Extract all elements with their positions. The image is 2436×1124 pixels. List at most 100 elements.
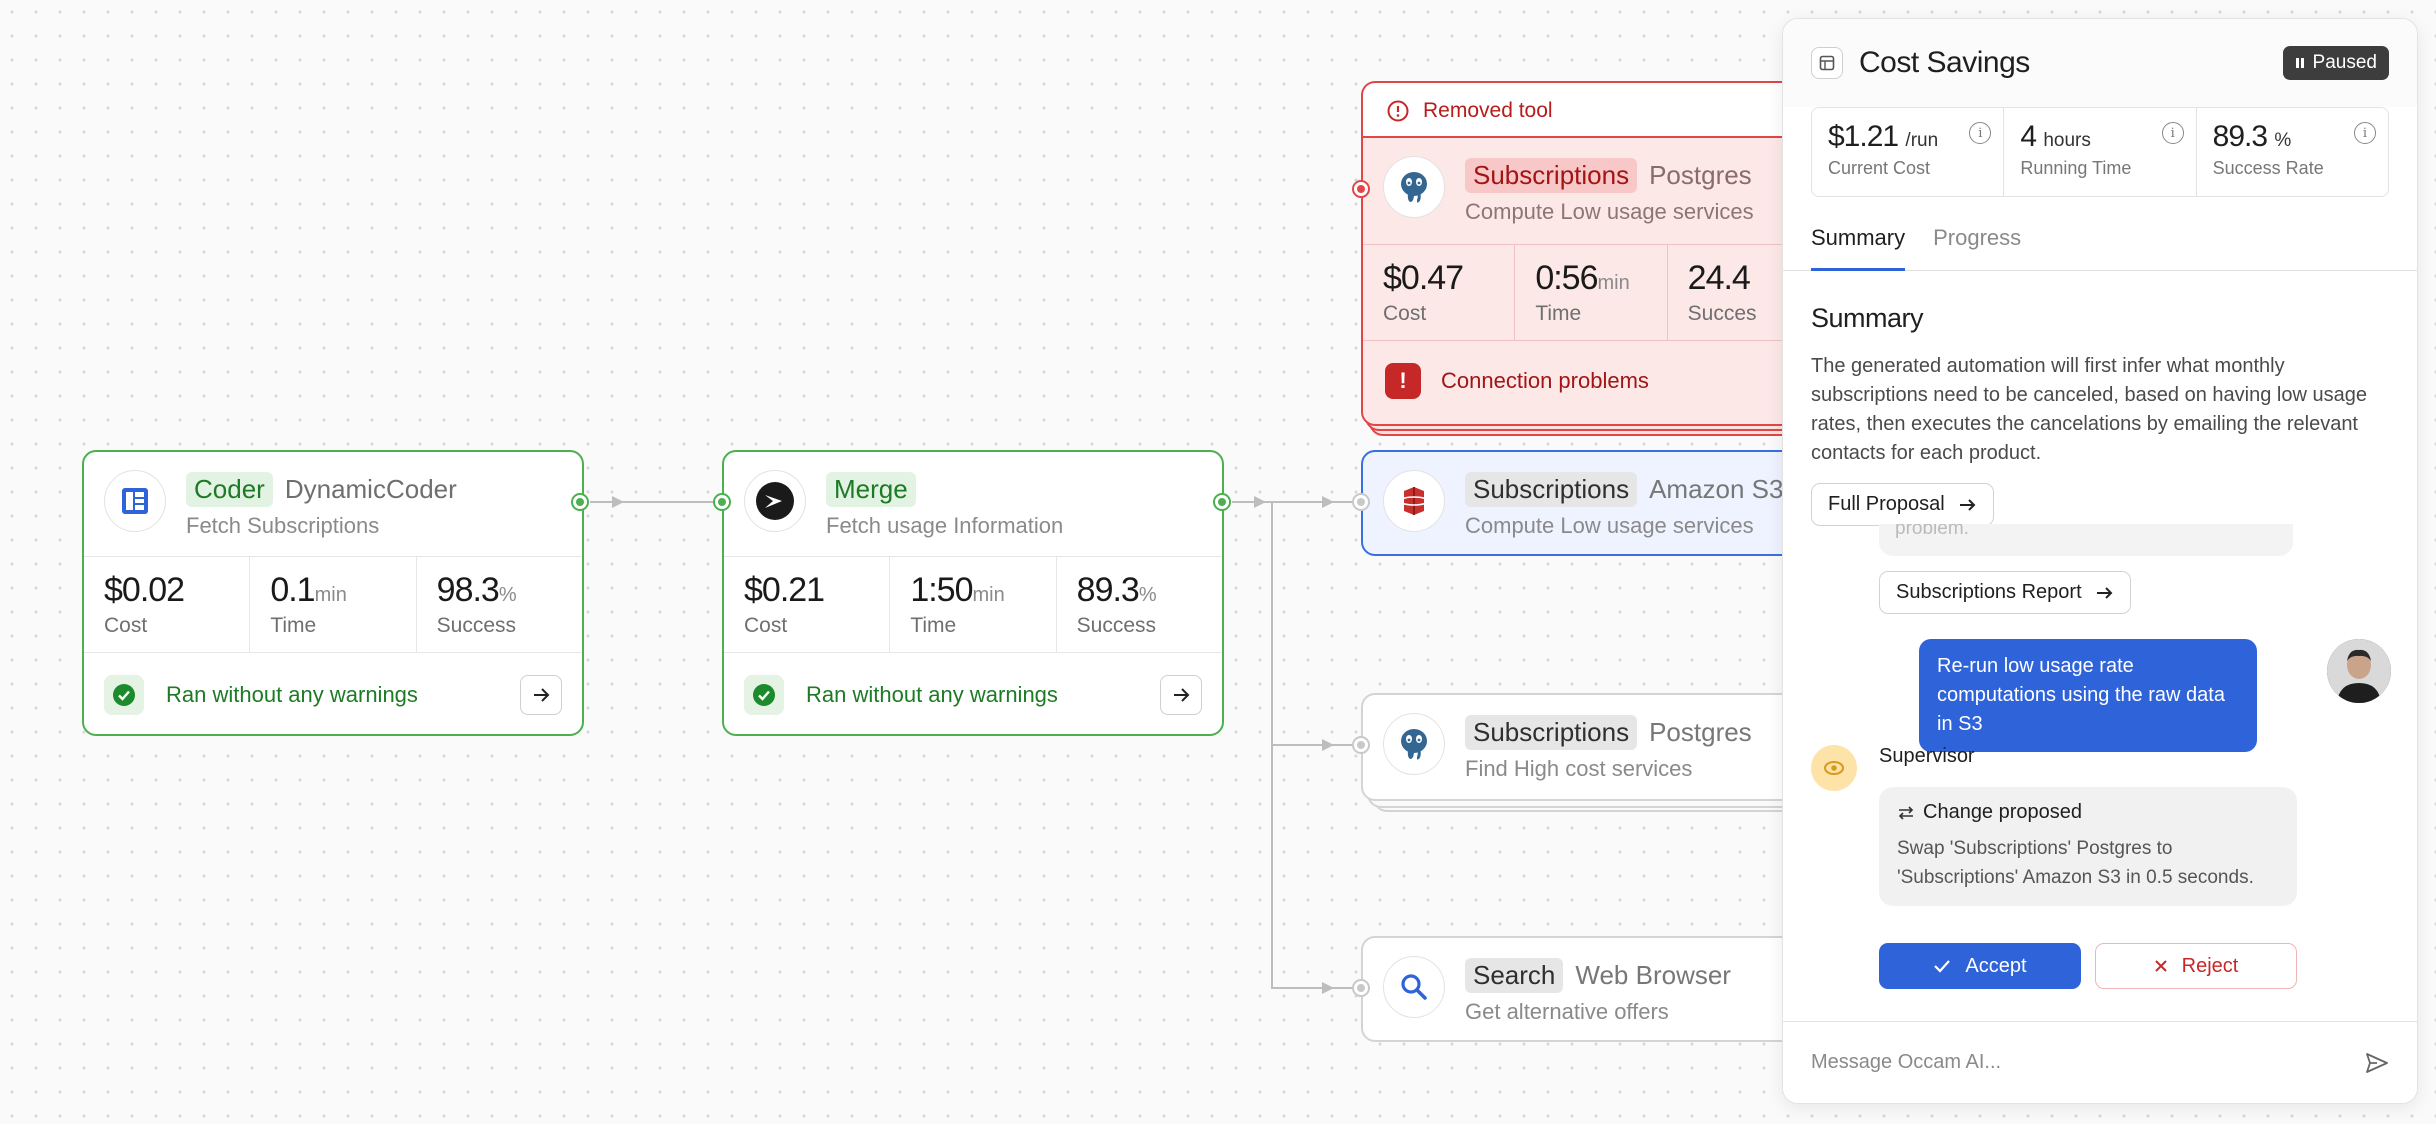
removed-node-input-port[interactable] [1352,180,1370,198]
node-tool-name: DynamicCoder [284,474,457,504]
open-node-button[interactable] [1160,674,1202,715]
open-node-button[interactable] [520,674,562,715]
edge-arrow [1322,739,1334,751]
cost-label: Cost [104,614,148,637]
reject-button[interactable]: Reject [2095,943,2297,989]
change-text: Swap 'Subscriptions' Postgres to 'Subscr… [1897,838,2254,888]
pause-icon [2295,58,2304,68]
info-icon[interactable]: i [2161,122,2184,144]
user-avatar [2327,639,2391,703]
dynamic-coder-icon [104,470,166,532]
removed-postgres-node[interactable]: Subscriptions Postgres Compute Low usage… [1361,136,1821,426]
node-tag: Coder [186,472,273,507]
cost-label: Cost [1383,302,1427,325]
faded-message-edge: problem. [1879,524,2293,556]
edge-arrow [1322,982,1334,994]
success-unit: % [1138,584,1157,606]
stat-value: $1.21 [1828,120,1899,153]
info-icon[interactable]: i [1969,122,1992,144]
postgres-input-port[interactable] [1352,736,1370,754]
cost-label: Cost [744,614,788,637]
status-badge-label: Paused [2312,52,2377,73]
edge-arrow [612,496,624,508]
panel-tabs: Summary Progress [1783,223,2417,271]
edge-arrow [1254,496,1266,508]
message-composer [1783,1021,2417,1103]
full-proposal-button[interactable]: Full Proposal [1811,483,1994,526]
stat-label: Current Cost [1828,158,1931,178]
time-unit: min [314,584,347,606]
stat-unit: /run [1905,130,1939,151]
search-node[interactable]: Search Web Browser Get alternative offer… [1361,936,1821,1042]
removed-tool-label: Removed tool [1423,99,1553,122]
automation-panel: Cost Savings Paused $1.21 /run Current C… [1782,18,2418,1104]
summary-heading: Summary [1811,303,1924,333]
alert-circle-icon [1387,100,1409,122]
stat-value: 4 [2020,120,2037,153]
cost-value: $0.21 [744,571,825,609]
removed-tool-banner: Removed tool [1361,81,1821,139]
close-icon [2154,960,2167,972]
time-unit: min [1597,272,1630,294]
message-input[interactable] [1811,1051,2365,1074]
tab-progress[interactable]: Progress [1933,223,2021,270]
node-tag: Search [1465,958,1564,993]
node-metrics: $0.47 Cost 0:56min Time 24.4 Succes [1363,244,1819,340]
time-unit: min [972,584,1005,606]
success-unit: % [498,584,517,606]
subscriptions-report-button[interactable]: Subscriptions Report [1879,571,2131,614]
node-metrics: $0.21 Cost 1:50min Time 89.3% Success [724,556,1222,652]
edge-merge-search [1271,502,1353,989]
coder-node[interactable]: Coder DynamicCoder Fetch Subscriptions $… [82,450,584,736]
panel-title: Cost Savings [1859,46,2030,79]
node-status-text: Ran without any warnings [166,681,418,707]
tab-summary[interactable]: Summary [1811,223,1906,271]
arrow-right-icon [2096,586,2113,599]
stat-unit: hours [2043,130,2091,151]
send-icon[interactable] [2365,1052,2389,1074]
node-subtitle: Get alternative offers [1465,999,1669,1024]
s3-node[interactable]: Subscriptions Amazon S3 Compute Low usag… [1361,450,1821,556]
coder-output-port[interactable] [571,493,589,511]
node-tag: Merge [826,472,916,507]
status-badge[interactable]: Paused [2282,46,2389,80]
error-text: Connection problems [1441,367,1649,393]
s3-input-port[interactable] [1352,493,1370,511]
time-value: 0:56 [1535,259,1598,297]
check-circle-icon [744,674,784,715]
node-tool-name: Web Browser [1575,960,1731,990]
check-circle-icon [104,674,144,715]
merge-output-port[interactable] [1213,493,1231,511]
supervisor-name: Supervisor [1879,745,1975,767]
time-value: 1:50 [910,571,973,609]
stats-row: $1.21 /run Current Cost i 4 hours Runnin… [1811,107,2389,197]
success-value: 89.3 [1076,571,1140,609]
stat-label: Running Time [2020,158,2132,178]
summary-text: The generated automation will first infe… [1811,355,2367,464]
node-tool-name: Postgres [1649,160,1752,190]
search-input-port[interactable] [1352,979,1370,997]
postgres-icon [1383,713,1445,775]
reject-label: Reject [2181,954,2239,977]
stat-value: 89.3 [2212,120,2268,153]
node-subtitle: Fetch usage Information [826,513,1064,538]
node-tool-name: Amazon S3 [1649,474,1784,504]
cost-value: $0.02 [104,571,185,609]
arrow-right-icon [1174,687,1190,702]
stat-current-cost: $1.21 /run Current Cost i [1812,108,2005,196]
postgres-icon [1383,156,1445,218]
merge-input-port[interactable] [713,493,731,511]
postgres-node[interactable]: Subscriptions Postgres Find High cost se… [1361,693,1821,801]
stat-unit: % [2274,130,2292,151]
error-icon: ! [1385,362,1421,399]
time-label: Time [270,614,317,637]
node-subtitle: Compute Low usage services [1465,199,1754,224]
cost-value: $0.47 [1383,259,1464,297]
merge-node[interactable]: Merge Fetch usage Information $0.21 Cost … [722,450,1224,736]
info-icon[interactable]: i [2353,122,2376,144]
check-icon [1934,960,1951,973]
node-subtitle: Find High cost services [1465,756,1693,781]
success-label: Success [1076,614,1157,637]
stat-success-rate: 89.3 % Success Rate i [2197,108,2388,196]
accept-button[interactable]: Accept [1879,943,2081,989]
